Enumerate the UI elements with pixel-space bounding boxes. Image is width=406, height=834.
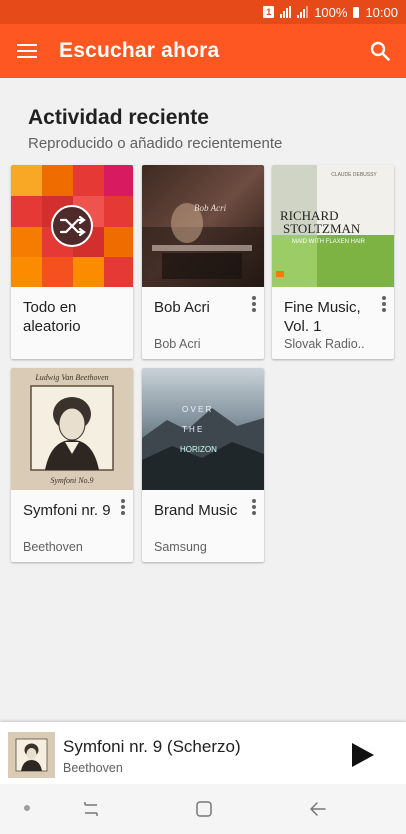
card-album-bob-acri[interactable]: Bob Acri Bob Acri Bob Acri [142, 165, 264, 359]
card-title: Symfoni nr. 9 [23, 502, 111, 519]
art-subtitle: MAID WITH FLAXEN HAIR [292, 239, 366, 245]
mountain-horizon-art: O V E R T H E HORIZON [142, 368, 264, 490]
beethoven-portrait-art: Ludwig Van Beethoven Symfoni No.9 [11, 368, 133, 490]
card-title: Fine Music, Vol. 1 [284, 299, 361, 335]
card-album-brand-music[interactable]: O V E R T H E HORIZON Brand Music Samsun… [142, 368, 264, 562]
card-title: Brand Music [154, 502, 238, 519]
section-title: Actividad reciente [28, 106, 209, 129]
play-icon[interactable] [350, 741, 376, 769]
card-subtitle: Bob Acri [154, 337, 201, 351]
battery-percent: 100% [314, 4, 348, 20]
home-icon[interactable] [195, 800, 213, 818]
nav-dot-icon [24, 805, 30, 811]
piano-photo-art: Bob Acri [142, 165, 264, 287]
art-caption: Symfoni No.9 [50, 476, 93, 485]
art-composer: CLAUDE DEBUSSY [331, 172, 377, 178]
now-playing-bar[interactable]: Symfoni nr. 9 (Scherzo) Beethoven [0, 722, 406, 784]
art-text-2: T H E [182, 425, 202, 434]
card-album-fine-music[interactable]: CLAUDE DEBUSSY RICHARD STOLTZMAN MAID WI… [272, 165, 394, 359]
art-composer: Ludwig Van Beethoven [34, 373, 108, 382]
card-album-symfoni-9[interactable]: Ludwig Van Beethoven Symfoni No.9 Symfon… [11, 368, 133, 562]
card-title: Todo en aleatorio [23, 299, 81, 335]
art-name-2: STOLTZMAN [283, 221, 361, 236]
section-subtitle: Reproducido o añadido recientemente [28, 135, 283, 152]
system-nav-bar [0, 784, 406, 834]
sim-icon: 1 [263, 6, 275, 18]
cell-signal-icon [297, 6, 309, 18]
card-title: Bob Acri [154, 299, 210, 316]
app-bar: Escuchar ahora [0, 24, 406, 78]
art-text-1: O V E R [182, 405, 212, 414]
now-playing-album-art [8, 732, 55, 778]
more-options-icon[interactable] [251, 499, 257, 515]
card-subtitle: Slovak Radio.. [284, 337, 365, 351]
card-subtitle: Beethoven [23, 540, 83, 554]
clock: 10:00 [365, 4, 398, 20]
art-text-3: HORIZON [180, 445, 217, 454]
card-subtitle: Samsung [154, 540, 207, 554]
more-options-icon[interactable] [251, 296, 257, 312]
app-title: Escuchar ahora [59, 39, 220, 62]
card-shuffle-all[interactable]: Todo en aleatorio [11, 165, 133, 359]
status-bar: 1 100% 10:00 [0, 0, 406, 24]
battery-icon [353, 6, 360, 18]
more-options-icon[interactable] [120, 499, 126, 515]
stoltzman-cover-art: CLAUDE DEBUSSY RICHARD STOLTZMAN MAID WI… [272, 165, 394, 287]
now-playing-title: Symfoni nr. 9 (Scherzo) [63, 737, 241, 756]
search-icon[interactable] [370, 41, 390, 61]
back-icon[interactable] [309, 801, 327, 817]
menu-icon[interactable] [17, 44, 37, 58]
wifi-signal-icon [280, 6, 292, 18]
more-options-icon[interactable] [381, 296, 387, 312]
now-playing-artist: Beethoven [63, 761, 123, 775]
art-caption: Bob Acri [194, 203, 227, 213]
recents-icon[interactable] [82, 801, 100, 817]
shuffle-mosaic-art [11, 165, 133, 287]
